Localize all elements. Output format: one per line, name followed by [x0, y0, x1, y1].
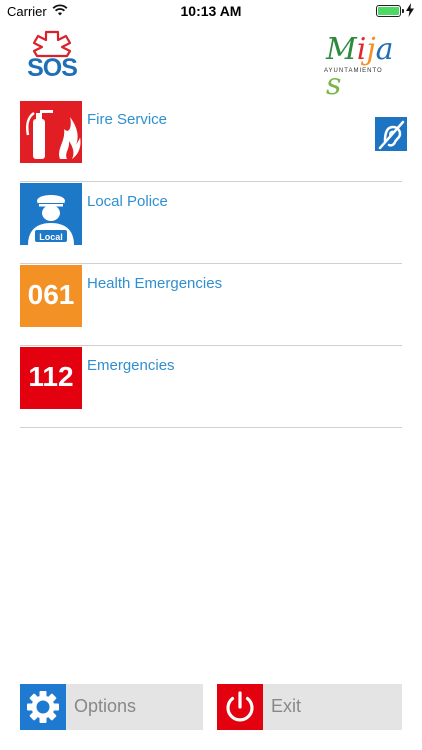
status-time: 10:13 AM: [180, 3, 242, 19]
bottom-bar: Options Exit: [20, 684, 402, 730]
mijas-logo-text: Mijas: [326, 32, 394, 102]
hearing-loop-icon[interactable]: [375, 117, 407, 151]
battery-icon: [376, 5, 404, 17]
power-icon: [217, 684, 263, 730]
service-label-police: Local Police: [87, 193, 168, 210]
emergency-number: 112: [28, 361, 74, 392]
mijas-logo-subtitle: AYUNTAMIENTO: [324, 68, 383, 74]
service-label-health: Health Emergencies: [87, 275, 223, 292]
emergency-number-icon: 112: [20, 347, 82, 409]
charging-bolt-icon: [406, 3, 414, 17]
service-label-emergencies: Emergencies: [87, 357, 175, 374]
mijas-logo: Mijas AYUNTAMIENTO: [322, 32, 394, 102]
service-label-fire: Fire Service: [87, 111, 168, 128]
options-button-label: Options: [74, 696, 137, 716]
service-item-emergencies[interactable]: 112 Emergencies: [20, 346, 402, 428]
health-number-icon: 061: [20, 265, 82, 327]
header: SOS Mijas AYUNTAMIENTO: [0, 26, 422, 102]
exit-button[interactable]: Exit: [217, 684, 402, 730]
options-button[interactable]: Options: [20, 684, 203, 730]
police-badge-text: Local: [39, 232, 63, 242]
service-item-health[interactable]: 061 Health Emergencies: [20, 264, 402, 346]
health-number: 061: [27, 279, 75, 310]
fire-extinguisher-icon: [20, 101, 82, 163]
service-list: Fire Service Local Local Police 061 Heal…: [20, 100, 407, 428]
police-officer-icon: Local: [20, 183, 82, 245]
status-bar: Carrier 10:13 AM: [0, 0, 422, 22]
service-item-police[interactable]: Local Local Police: [20, 182, 402, 264]
sos-logo-text: SOS: [27, 54, 78, 82]
exit-button-label: Exit: [271, 696, 302, 716]
sos-logo: SOS: [20, 30, 84, 86]
service-item-fire[interactable]: Fire Service: [20, 100, 407, 182]
gear-icon: [20, 684, 66, 730]
